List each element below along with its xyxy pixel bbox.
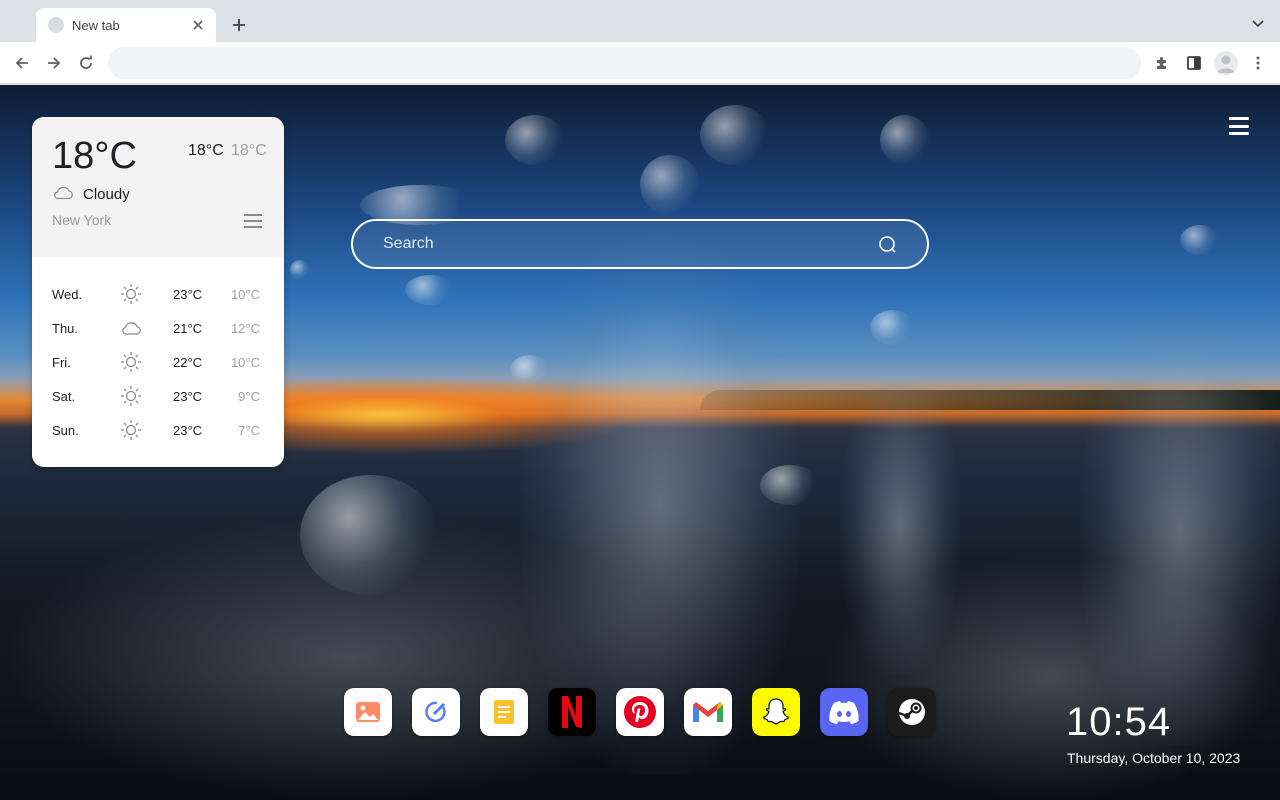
search-icon[interactable]: [878, 235, 898, 255]
list-icon[interactable]: [244, 214, 262, 228]
steam-icon: [897, 697, 927, 727]
browser-toolbar: [0, 42, 1280, 84]
water-droplet: [640, 155, 700, 215]
weather-widget[interactable]: 18°C 18°C 18°C Cloudy New York Wed. 23°C 1…: [32, 117, 284, 467]
notes-icon: [493, 699, 515, 725]
today-high: 18°C: [188, 142, 224, 159]
forecast-row: Fri. 22°C 10°C: [32, 345, 284, 379]
dock-app-pinterest[interactable]: [616, 688, 664, 736]
puzzle-icon[interactable]: [1150, 51, 1174, 75]
forecast-high: 23°C: [173, 389, 203, 404]
forecast-list: Wed. 23°C 10°C Thu. 21°C 12°C Fri. 22°C 10°C Sat.…: [32, 277, 284, 447]
dock-app-snapchat[interactable]: [752, 688, 800, 736]
forecast-low: 10°C: [230, 355, 260, 370]
address-bar[interactable]: [108, 47, 1141, 79]
water-droplet: [300, 475, 440, 595]
forecast-high: 21°C: [173, 321, 203, 336]
cloud-icon: [120, 317, 142, 339]
dock-app-edit-check[interactable]: [412, 688, 460, 736]
forecast-day: Sat.: [52, 389, 76, 404]
forecast-row: Thu. 21°C 12°C: [32, 311, 284, 345]
weather-condition: Cloudy: [83, 186, 130, 203]
profile-icon[interactable]: [1214, 51, 1238, 75]
hamburger-menu-icon[interactable]: [1229, 117, 1249, 135]
today-low: 18°C: [231, 142, 267, 159]
forecast-low: 9°C: [238, 389, 260, 404]
clock-date: Thursday, October 10, 2023: [1067, 750, 1241, 766]
water-droplet: [700, 105, 770, 165]
water-droplet: [870, 310, 915, 345]
clock-time: 10:54: [1066, 700, 1172, 744]
dock-app-discord[interactable]: [820, 688, 868, 736]
weather-current: 18°C 18°C 18°C Cloudy New York: [32, 117, 284, 257]
forecast-day: Thu.: [52, 321, 79, 336]
snapchat-icon: [760, 696, 792, 728]
forecast-row: Wed. 23°C 10°C: [32, 277, 284, 311]
arrow-left-icon[interactable]: [10, 51, 34, 75]
close-icon[interactable]: [190, 17, 206, 33]
forecast-low: 12°C: [230, 321, 260, 336]
forecast-day: Fri.: [52, 355, 71, 370]
forecast-low: 10°C: [230, 287, 260, 302]
water-droplet: [880, 115, 930, 165]
forecast-row: Sun. 23°C 7°C: [32, 413, 284, 447]
forecast-high: 23°C: [173, 423, 203, 438]
sun-icon: [120, 419, 142, 441]
netflix-icon: [560, 695, 584, 729]
more-vert-icon[interactable]: [1246, 51, 1270, 75]
dock-app-photos[interactable]: [344, 688, 392, 736]
plus-icon[interactable]: [228, 14, 250, 36]
gmail-icon: [692, 700, 724, 724]
side-panel-icon[interactable]: [1182, 51, 1206, 75]
dock-app-gmail[interactable]: [684, 688, 732, 736]
forecast-low: 7°C: [238, 423, 260, 438]
tab-new-tab[interactable]: New tab: [36, 8, 216, 42]
dock-app-notes[interactable]: [480, 688, 528, 736]
tab-favicon-icon: [48, 17, 64, 33]
forecast-day: Sun.: [52, 423, 79, 438]
search-box[interactable]: [351, 219, 929, 269]
forecast-day: Wed.: [52, 287, 83, 302]
reload-icon[interactable]: [74, 51, 98, 75]
discord-icon: [828, 700, 860, 724]
sun-icon: [120, 283, 142, 305]
water-droplet: [405, 275, 455, 305]
cloud-icon: [52, 184, 74, 200]
chevron-down-icon[interactable]: [1248, 14, 1268, 34]
forecast-row: Sat. 23°C 9°C: [32, 379, 284, 413]
water-droplet: [505, 115, 565, 165]
tab-title: New tab: [72, 17, 120, 33]
edit-check-icon: [423, 699, 449, 725]
water-droplet: [760, 465, 820, 505]
new-tab-page: 18°C 18°C 18°C Cloudy New York Wed. 23°C 1…: [0, 85, 1280, 800]
tab-strip: New tab: [0, 0, 1280, 42]
photos-icon: [355, 701, 381, 723]
water-droplet: [1180, 225, 1220, 255]
dock-app-steam[interactable]: [888, 688, 936, 736]
sun-icon: [120, 385, 142, 407]
sun-icon: [120, 351, 142, 373]
dock-app-netflix[interactable]: [548, 688, 596, 736]
current-temperature: 18°C: [52, 135, 137, 177]
search-input[interactable]: [383, 221, 863, 267]
forecast-high: 23°C: [173, 287, 203, 302]
forecast-high: 22°C: [173, 355, 203, 370]
arrow-right-icon[interactable]: [42, 51, 66, 75]
water-droplet: [290, 260, 310, 280]
weather-city: New York: [52, 212, 112, 228]
water-droplet: [510, 355, 550, 385]
pinterest-icon: [623, 695, 657, 729]
